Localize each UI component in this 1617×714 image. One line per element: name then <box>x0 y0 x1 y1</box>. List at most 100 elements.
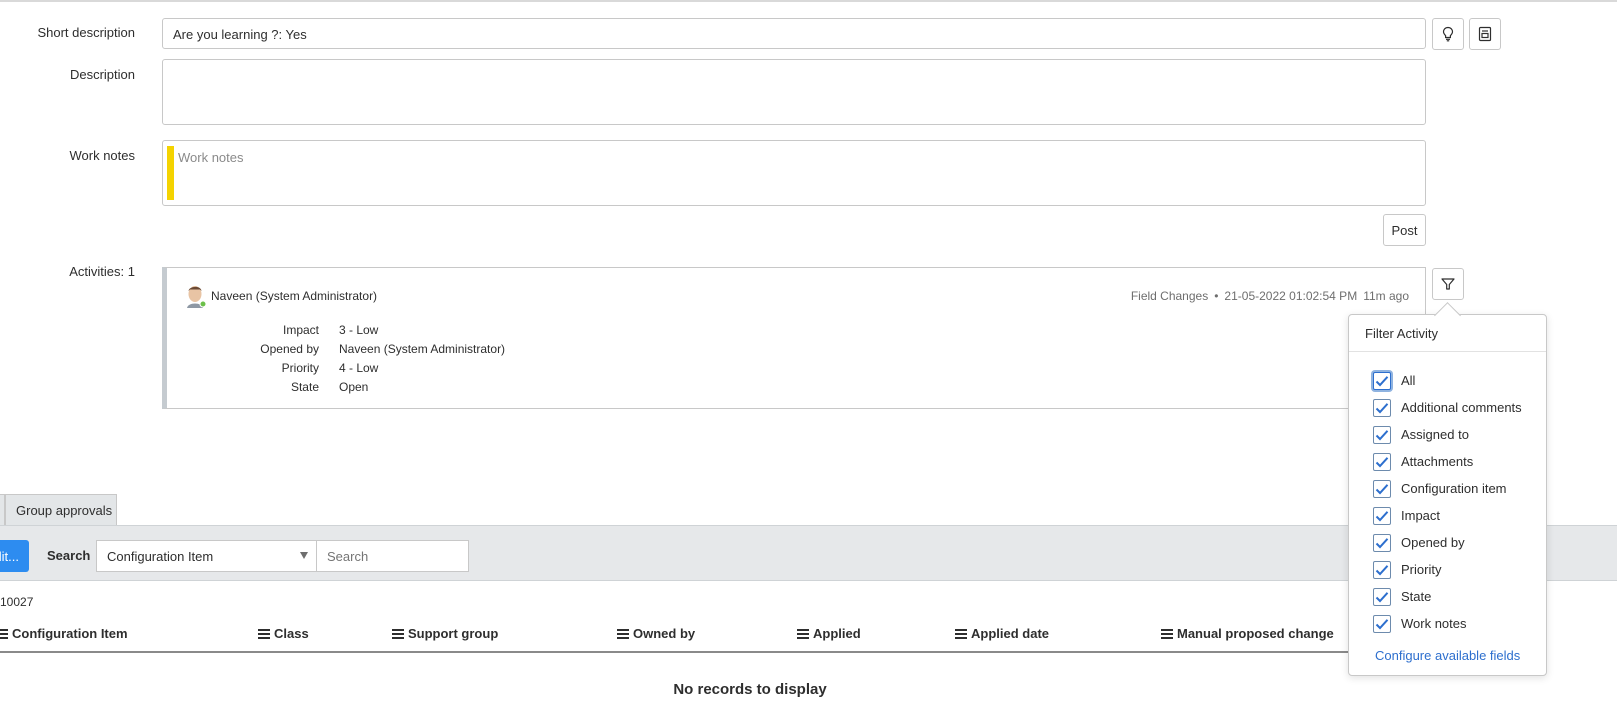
short-description-label: Short description <box>37 25 135 40</box>
column-header[interactable]: Manual proposed change <box>1161 626 1334 641</box>
column-header[interactable]: Owned by <box>617 626 695 641</box>
column-header[interactable]: Configuration Item <box>0 626 128 641</box>
description-label: Description <box>69 67 135 82</box>
lightbulb-icon <box>1442 26 1454 42</box>
filter-option-label: Assigned to <box>1401 427 1469 442</box>
work-notes-placeholder: Work notes <box>178 150 244 165</box>
activity-timestamp: 21-05-2022 01:02:54 PM <box>1224 289 1358 303</box>
filter-checkbox[interactable] <box>1373 587 1391 606</box>
description-textarea[interactable] <box>162 59 1426 125</box>
filter-option[interactable]: Additional comments <box>1373 394 1522 421</box>
column-menu-icon[interactable] <box>1161 628 1173 639</box>
filter-option[interactable]: State <box>1373 583 1522 610</box>
activity-meta: Field Changes • 21-05-2022 01:02:54 PM 1… <box>1131 289 1409 303</box>
checkmark-icon <box>1375 402 1389 413</box>
empty-list-message: No records to display <box>673 681 827 698</box>
filter-icon <box>1441 278 1455 290</box>
filter-option[interactable]: Attachments <box>1373 448 1522 475</box>
search-field-select[interactable]: Configuration Item <box>96 540 317 572</box>
activity-field-row: State Open <box>159 377 505 396</box>
filter-checkbox[interactable] <box>1373 614 1391 633</box>
search-input[interactable] <box>316 540 469 572</box>
checkmark-icon <box>1375 618 1389 629</box>
filter-option-label: All <box>1401 373 1416 388</box>
edit-button[interactable]: lit... <box>0 540 29 572</box>
column-header-label: Support group <box>408 626 499 641</box>
column-header-label: Applied date <box>971 626 1050 641</box>
filter-option-label: Additional comments <box>1401 400 1522 415</box>
filter-option[interactable]: Priority <box>1373 556 1522 583</box>
checkmark-icon <box>1375 564 1389 575</box>
column-menu-icon[interactable] <box>797 628 809 639</box>
tab-group-approvals-label: Group approvals <box>16 503 113 518</box>
configure-fields-link[interactable]: Configure available fields <box>1375 648 1520 663</box>
post-button[interactable]: Post <box>1383 214 1426 246</box>
column-header[interactable]: Applied <box>797 626 861 641</box>
column-menu-icon[interactable] <box>955 628 967 639</box>
activity-card: Naveen (System Administrator) Field Chan… <box>162 267 1426 409</box>
filter-checkbox[interactable] <box>1373 452 1391 471</box>
filter-option-label: Priority <box>1401 562 1442 577</box>
activity-relative-time: 11m ago <box>1363 289 1409 303</box>
activities-label: Activities: 1 <box>69 264 135 279</box>
activity-field-changes: Impact 3 - Low Opened by Naveen (System Adm… <box>159 320 505 396</box>
filter-checkbox[interactable] <box>1373 398 1391 417</box>
filter-option[interactable]: All <box>1373 367 1522 394</box>
filter-checkbox[interactable] <box>1373 479 1391 498</box>
activity-field-value: 4 - Low <box>339 360 379 375</box>
filter-checkbox[interactable] <box>1373 371 1391 390</box>
chevron-down-icon <box>300 552 308 559</box>
column-menu-icon[interactable] <box>617 628 629 639</box>
activity-user: Naveen (System Administrator) <box>211 289 378 303</box>
filter-option-label: Attachments <box>1401 454 1474 469</box>
column-header[interactable]: Class <box>258 626 309 641</box>
avatar <box>185 284 207 308</box>
column-menu-icon[interactable] <box>0 628 8 639</box>
popover-divider <box>1349 351 1546 352</box>
search-field-value: Configuration Item <box>107 548 214 564</box>
column-header[interactable]: Support group <box>392 626 498 641</box>
column-header-label: Manual proposed change <box>1177 626 1334 641</box>
filter-option[interactable]: Opened by <box>1373 529 1522 556</box>
filter-options-list: All Additional comments Assigned to Attachm… <box>1373 367 1522 637</box>
column-menu-icon[interactable] <box>392 628 404 639</box>
tab-group-approvals[interactable]: Group approvals <box>5 494 117 526</box>
filter-checkbox[interactable] <box>1373 506 1391 525</box>
top-divider <box>0 0 1617 2</box>
checkmark-icon <box>1375 591 1389 602</box>
activity-field-row: Impact 3 - Low <box>159 320 505 339</box>
work-notes-label: Work notes <box>69 148 135 163</box>
filter-activity-button[interactable] <box>1432 268 1464 300</box>
activity-field-key: Impact <box>282 322 319 337</box>
filter-option[interactable]: Configuration item <box>1373 475 1522 502</box>
filter-option-label: Opened by <box>1401 535 1465 550</box>
activity-field-key: Opened by <box>260 341 319 356</box>
filter-option[interactable]: Assigned to <box>1373 421 1522 448</box>
filter-option[interactable]: Impact <box>1373 502 1522 529</box>
work-notes-indicator <box>167 146 174 200</box>
column-header[interactable]: Applied date <box>955 626 1049 641</box>
filter-option[interactable]: Work notes <box>1373 610 1522 637</box>
suggestion-button[interactable] <box>1432 18 1464 50</box>
filter-checkbox[interactable] <box>1373 425 1391 444</box>
search-label: Search <box>47 548 91 563</box>
work-notes-textarea[interactable]: Work notes <box>162 140 1426 206</box>
checkmark-icon <box>1375 429 1389 440</box>
activity-field-key: Priority <box>281 360 319 375</box>
activity-field-value: Naveen (System Administrator) <box>339 341 506 356</box>
user-avatar-icon <box>187 286 207 308</box>
checkmark-icon <box>1375 375 1389 386</box>
activity-field-row: Priority 4 - Low <box>159 358 505 377</box>
filter-option-label: Impact <box>1401 508 1441 523</box>
short-description-input[interactable]: Are you learning ?: Yes <box>162 18 1426 49</box>
document-search-icon <box>1478 26 1492 42</box>
column-menu-icon[interactable] <box>258 628 270 639</box>
checkmark-icon <box>1375 483 1389 494</box>
filter-option-label: State <box>1401 589 1432 604</box>
filter-checkbox[interactable] <box>1373 560 1391 579</box>
checkmark-icon <box>1375 456 1389 467</box>
short-description-value: Are you learning ?: Yes <box>173 27 307 42</box>
filter-checkbox[interactable] <box>1373 533 1391 552</box>
activity-field-value: 3 - Low <box>339 322 379 337</box>
contextual-search-button[interactable] <box>1469 18 1501 50</box>
